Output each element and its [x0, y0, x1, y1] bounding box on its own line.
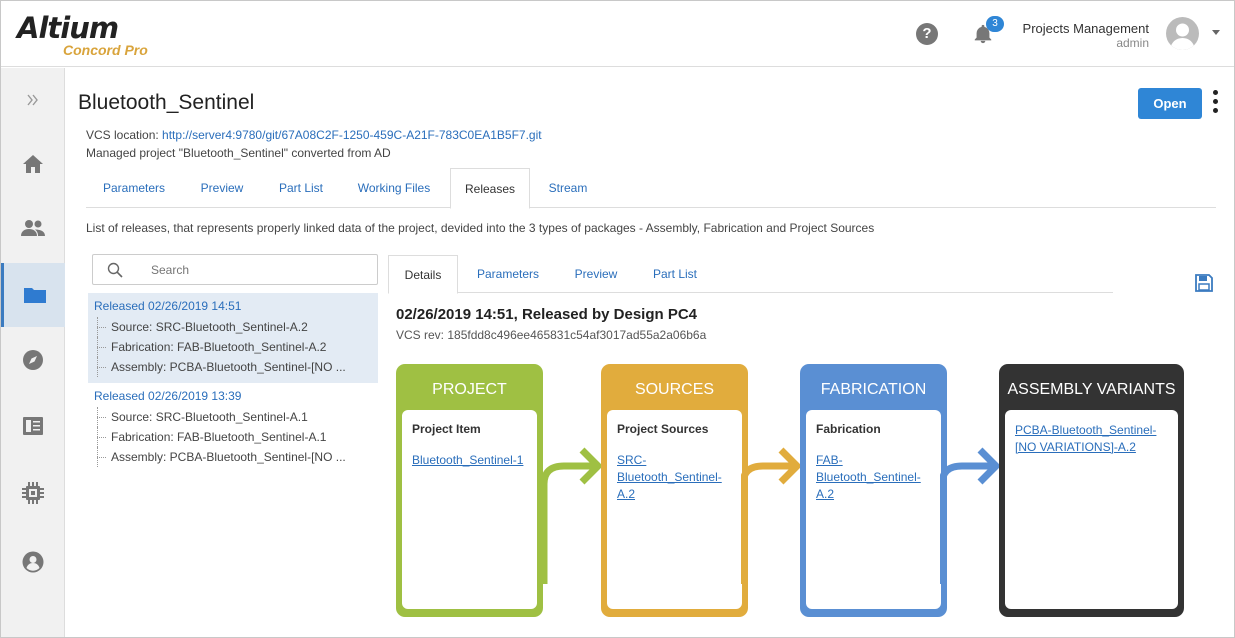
tab-part-list[interactable]: Part List	[262, 168, 340, 208]
sidebar-item-components[interactable]	[1, 461, 65, 525]
detail-tabs: Details Parameters Preview Part List	[388, 255, 1113, 294]
card-body: Project Item Bluetooth_Sentinel-1	[402, 410, 537, 609]
arrow-icon	[542, 447, 602, 584]
book-icon	[23, 417, 43, 435]
fabrication-card: FABRICATION Fabrication FAB-Bluetooth_Se…	[800, 364, 947, 617]
vcs-location: VCS location: http://server4:9780/git/67…	[86, 128, 542, 142]
release-head[interactable]: Released 02/26/2019 13:39	[88, 383, 378, 407]
release-head[interactable]: Released 02/26/2019 14:51	[88, 293, 378, 317]
vcs-label: VCS location:	[86, 128, 163, 142]
tab-detail-part-list[interactable]: Part List	[638, 255, 712, 293]
project-card: PROJECT Project Item Bluetooth_Sentinel-…	[396, 364, 543, 617]
release-assembly[interactable]: Assembly: PCBA-Bluetooth_Sentinel-[NO ..…	[88, 447, 378, 467]
release-title: 02/26/2019 14:51, Released by Design PC4	[396, 306, 698, 323]
sidebar-item-users[interactable]	[1, 196, 65, 260]
sidebar-item-expand[interactable]	[1, 68, 65, 132]
sidebar-item-home[interactable]	[1, 132, 65, 196]
avatar[interactable]	[1166, 17, 1199, 50]
tab-parameters[interactable]: Parameters	[86, 168, 182, 208]
card-body: Fabrication FAB-Bluetooth_Sentinel-A.2	[806, 410, 941, 609]
expand-icon	[27, 94, 38, 106]
more-options-icon[interactable]	[1210, 90, 1220, 118]
logo-sub: Concord Pro	[63, 42, 148, 58]
arrow-icon	[940, 447, 1000, 584]
compass-icon	[23, 350, 43, 370]
card-title: ASSEMBLY VARIANTS	[1007, 381, 1176, 398]
release-group[interactable]: Released 02/26/2019 13:39 Source: SRC-Bl…	[88, 383, 378, 473]
card-label: Project Sources	[617, 422, 709, 436]
account-icon	[22, 551, 44, 573]
release-fabrication[interactable]: Fabrication: FAB-Bluetooth_Sentinel-A.1	[88, 427, 378, 447]
page-title: Bluetooth_Sentinel	[78, 91, 255, 114]
search-icon	[107, 262, 123, 278]
search-input[interactable]	[151, 261, 361, 279]
release-assembly[interactable]: Assembly: PCBA-Bluetooth_Sentinel-[NO ..…	[88, 357, 378, 377]
open-button[interactable]: Open	[1138, 88, 1202, 119]
chevron-down-icon[interactable]	[1212, 30, 1220, 35]
app-window: Altium Concord Pro ? 3 Projects Manageme…	[0, 0, 1235, 638]
sidebar-item-projects[interactable]	[1, 263, 65, 327]
logo-main[interactable]: Altium	[17, 11, 119, 45]
card-title: FABRICATION	[820, 381, 927, 398]
save-icon[interactable]	[1194, 273, 1214, 293]
folder-icon	[23, 288, 46, 303]
card-label: Fabrication	[816, 422, 881, 436]
user-role: Projects Management	[1022, 21, 1149, 36]
tab-stream[interactable]: Stream	[534, 168, 602, 208]
sidebar-item-library[interactable]	[1, 394, 65, 458]
release-fabrication[interactable]: Fabrication: FAB-Bluetooth_Sentinel-A.2	[88, 337, 378, 357]
releases-description: List of releases, that represents proper…	[86, 221, 875, 235]
sources-card: SOURCES Project Sources SRC-Bluetooth_Se…	[601, 364, 748, 617]
tab-detail-parameters[interactable]: Parameters	[462, 255, 554, 293]
tab-working-files[interactable]: Working Files	[344, 168, 444, 208]
help-icon[interactable]: ?	[916, 23, 938, 45]
card-body: PCBA-Bluetooth_Sentinel-[NO VARIATIONS]-…	[1005, 410, 1178, 609]
release-source[interactable]: Source: SRC-Bluetooth_Sentinel-A.2	[88, 317, 378, 337]
tab-releases[interactable]: Releases	[450, 168, 530, 209]
card-link[interactable]: FAB-Bluetooth_Sentinel-A.2	[816, 452, 931, 503]
tab-detail-preview[interactable]: Preview	[558, 255, 634, 293]
tab-details[interactable]: Details	[388, 255, 458, 294]
release-source[interactable]: Source: SRC-Bluetooth_Sentinel-A.1	[88, 407, 378, 427]
notification-badge: 3	[986, 16, 1004, 32]
search-box	[92, 254, 378, 285]
chip-icon	[22, 482, 44, 504]
main-content: Bluetooth_Sentinel Open VCS location: ht…	[66, 68, 1234, 637]
top-header: Altium Concord Pro ? 3 Projects Manageme…	[1, 1, 1234, 67]
card-label: Project Item	[412, 422, 481, 436]
release-vcs-rev: VCS rev: 185fdd8c496ee465831c54af3017ad5…	[396, 328, 707, 342]
card-body: Project Sources SRC-Bluetooth_Sentinel-A…	[607, 410, 742, 609]
sidebar-item-account[interactable]	[1, 530, 65, 594]
home-icon	[23, 155, 43, 173]
tab-preview[interactable]: Preview	[186, 168, 258, 208]
user-name: admin	[1116, 36, 1149, 50]
sidebar	[1, 68, 65, 637]
card-link[interactable]: Bluetooth_Sentinel-1	[412, 452, 527, 469]
sidebar-item-explore[interactable]	[1, 328, 65, 392]
card-link[interactable]: PCBA-Bluetooth_Sentinel-[NO VARIATIONS]-…	[1015, 422, 1168, 456]
arrow-icon	[741, 447, 801, 584]
managed-note: Managed project "Bluetooth_Sentinel" con…	[86, 146, 391, 160]
card-title: SOURCES	[634, 381, 715, 398]
vcs-url-link[interactable]: http://server4:9780/git/67A08C2F-1250-45…	[162, 128, 542, 142]
release-list: Released 02/26/2019 14:51 Source: SRC-Bl…	[88, 293, 378, 473]
card-link[interactable]: SRC-Bluetooth_Sentinel-A.2	[617, 452, 732, 503]
card-title: PROJECT	[432, 381, 507, 398]
release-group[interactable]: Released 02/26/2019 14:51 Source: SRC-Bl…	[88, 293, 378, 383]
users-icon	[21, 220, 45, 236]
project-tabs: Parameters Preview Part List Working Fil…	[86, 168, 1216, 209]
assembly-card: ASSEMBLY VARIANTS PCBA-Bluetooth_Sentine…	[999, 364, 1184, 617]
